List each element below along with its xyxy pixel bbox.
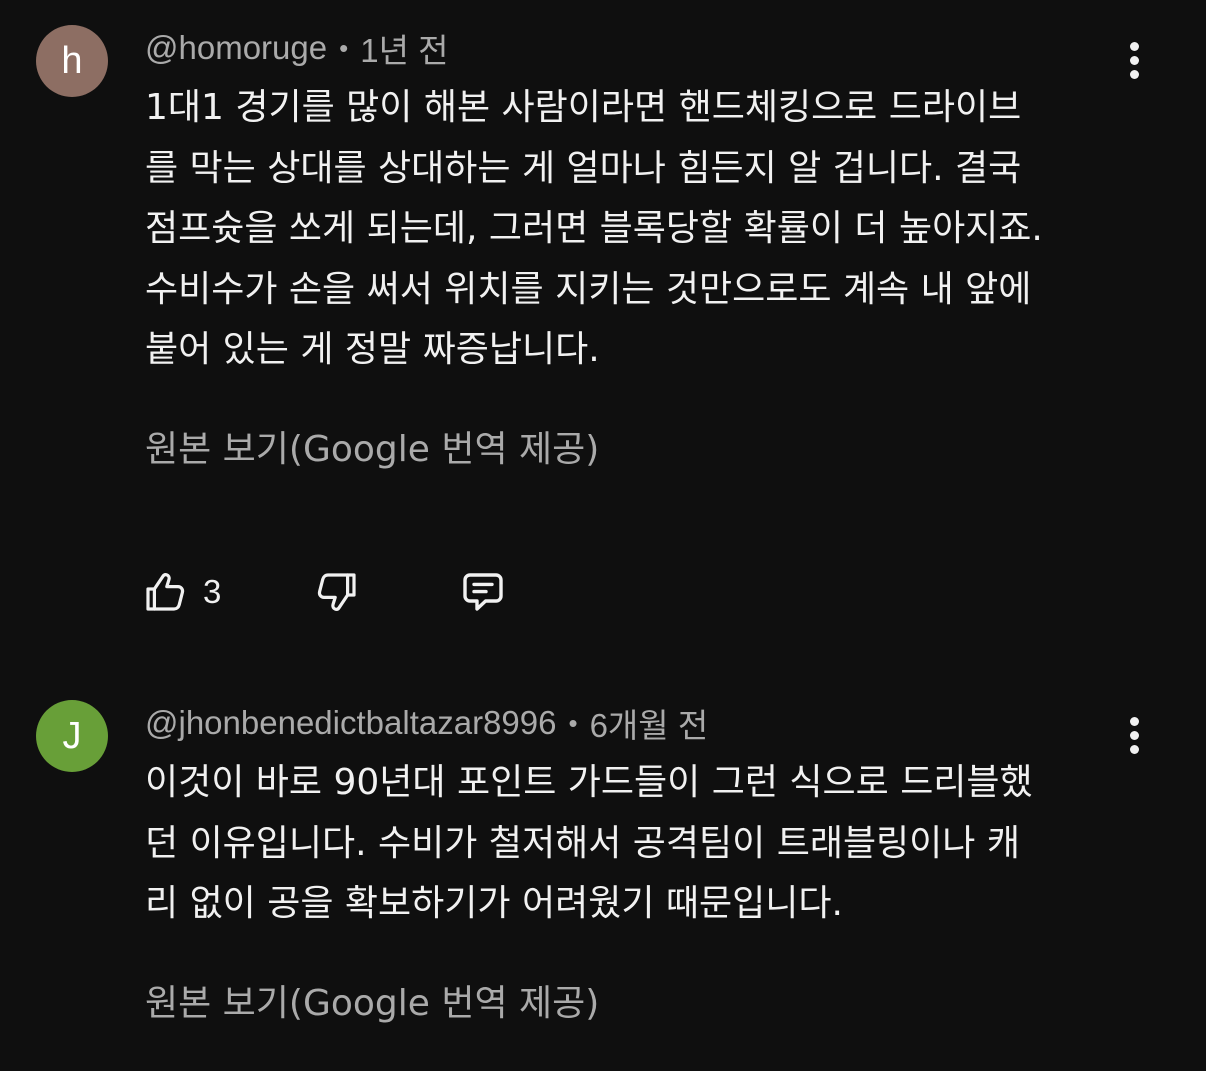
thumbs-up-icon xyxy=(146,573,185,611)
thumbs-down-icon xyxy=(317,573,356,611)
comment-author[interactable]: @homoruge xyxy=(145,29,327,67)
comment-text-line: 점프슛을 쏘게 되는데, 그러면 블록당할 확률이 더 높아지죠. xyxy=(145,208,1043,249)
comment-text-line: 리 없이 공을 확보하기가 어려웠기 때문입니다. xyxy=(145,883,843,924)
comment-text-line: 1대1 경기를 많이 해본 사람이라면 핸드체킹으로 드라이브 xyxy=(145,87,1022,128)
comment-text-line: 붙어 있는 게 정말 짜증납니다. xyxy=(145,329,600,370)
show-original-link[interactable]: 원본 보기(Google 번역 제공) xyxy=(145,980,599,1028)
separator-dot: • xyxy=(339,32,349,63)
comment-text-line: 를 막는 상대를 상대하는 게 얼마나 힘든지 알 겁니다. 결국 xyxy=(145,147,1022,189)
comment-item: h @homoruge • 1년 전 1대1 경기를 많이 해본 사람이라면 핸… xyxy=(0,0,1206,660)
comment-text-line: 던 이유입니다. 수비가 철저해서 공격팀이 트래블링이나 캐 xyxy=(145,822,1020,864)
reply-button[interactable] xyxy=(459,564,507,620)
comment-author[interactable]: @jhonbenedictbaltazar8996 xyxy=(145,704,556,742)
comment-text: 1대1 경기를 많이 해본 사람이라면 핸드체킹으로 드라이브 를 막는 상대를… xyxy=(145,78,1135,381)
comment-time[interactable]: 1년 전 xyxy=(360,24,448,72)
reply-icon xyxy=(463,573,503,611)
show-original-link[interactable]: 원본 보기(Google 번역 제공) xyxy=(145,426,599,474)
dislike-button[interactable] xyxy=(311,564,359,620)
comment-actions: 3 xyxy=(143,564,563,620)
like-count: 3 xyxy=(203,573,222,610)
comment-header: @homoruge • 1년 전 xyxy=(145,28,448,69)
comment-item: J @jhonbenedictbaltazar8996 • 6개월 전 이것이 … xyxy=(0,690,1206,1071)
comment-header: @jhonbenedictbaltazar8996 • 6개월 전 xyxy=(145,703,708,744)
comment-text-line: 수비수가 손을 써서 위치를 지키는 것만으로도 계속 내 앞에 xyxy=(145,268,1032,310)
comment-text-line: 이것이 바로 90년대 포인트 가드들이 그런 식으로 드리블했 xyxy=(145,762,1033,803)
avatar[interactable]: J xyxy=(36,700,108,772)
comment-time[interactable]: 6개월 전 xyxy=(590,699,709,747)
avatar[interactable]: h xyxy=(36,25,108,97)
like-button[interactable]: 3 xyxy=(143,564,221,620)
comment-text: 이것이 바로 90년대 포인트 가드들이 그런 식으로 드리블했 던 이유입니다… xyxy=(145,753,1135,935)
separator-dot: • xyxy=(568,707,578,738)
